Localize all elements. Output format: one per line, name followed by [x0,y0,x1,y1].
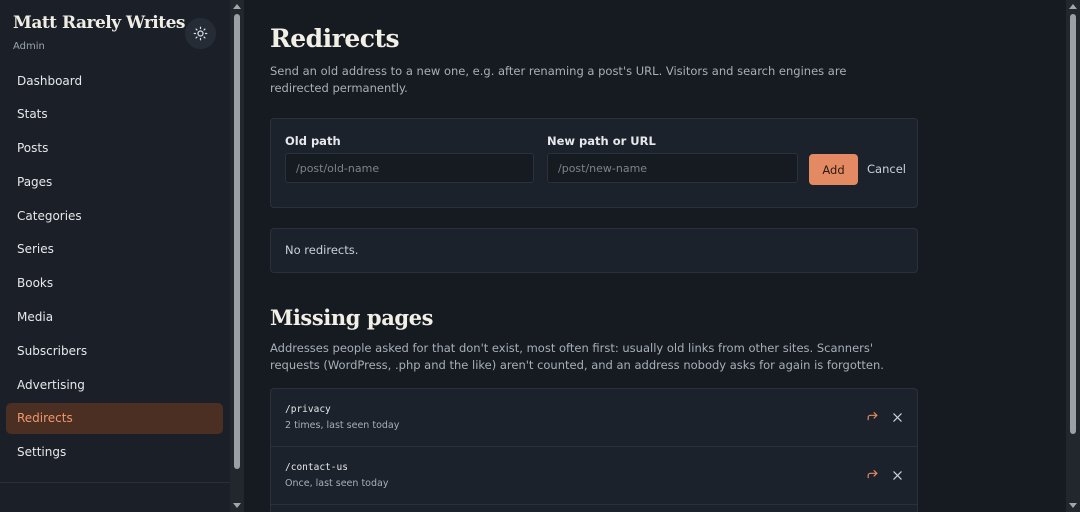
old-path-input[interactable] [285,153,534,183]
missing-path: /contact-us [285,462,348,473]
old-path-label: Old path [285,134,341,148]
scroll-up-arrow-icon[interactable] [233,4,241,9]
sidebar-item-dashboard[interactable]: Dashboard [6,65,223,96]
sidebar-item-posts[interactable]: Posts [6,133,223,164]
sidebar-item-redirects[interactable]: Redirects [6,402,223,434]
missing-path: /privacy [285,404,331,415]
empty-state-text: No redirects. [285,243,359,257]
sidebar-nav: Dashboard Stats Posts Pages Categories S… [6,65,223,471]
dismiss-button[interactable] [889,409,905,425]
sidebar-item-categories[interactable]: Categories [6,200,223,231]
sidebar-scrollbar-thumb[interactable] [234,14,240,469]
missing-meta: Once, last seen today [285,478,389,489]
scroll-down-arrow-icon[interactable] [1069,503,1077,508]
page-title: Redirects [270,24,400,53]
page-scrollbar-thumb[interactable] [1070,14,1076,434]
missing-pages-title: Missing pages [270,305,434,330]
missing-pages-description: Addresses people asked for that don't ex… [270,341,884,372]
theme-toggle-button[interactable] [185,18,216,49]
sidebar-item-stats[interactable]: Stats [6,99,223,130]
main-content: Redirects Send an old address to a new o… [244,0,1066,512]
sidebar-item-advertising[interactable]: Advertising [6,369,223,400]
list-item: /privacy 2 times, last seen today [271,389,917,447]
dismiss-button[interactable] [889,467,905,483]
missing-meta: 2 times, last seen today [285,420,400,431]
close-icon [892,470,902,480]
site-title[interactable]: Matt Rarely Writes [13,13,186,33]
sidebar-item-pages[interactable]: Pages [6,166,223,197]
page-scrollbar[interactable] [1066,0,1080,512]
redirects-description: Send an old address to a new one, e.g. a… [270,64,847,95]
scroll-down-arrow-icon[interactable] [233,503,241,508]
add-redirect-button[interactable]: Add [809,154,858,185]
sidebar: Matt Rarely Writes Admin Dashboard Stats… [0,0,230,512]
sun-icon [193,26,208,41]
close-icon [892,412,902,422]
scroll-up-arrow-icon[interactable] [1069,4,1077,9]
redirect-arrow-icon [867,469,877,478]
redirect-form: Old path New path or URL Add Cancel [270,118,918,208]
sidebar-scrollbar[interactable] [230,0,244,512]
sidebar-item-media[interactable]: Media [6,302,223,333]
sidebar-item-subscribers[interactable]: Subscribers [6,335,223,366]
sidebar-item-settings[interactable]: Settings [6,437,223,468]
redirect-arrow-icon [867,411,877,420]
list-item: /contact-us Once, last seen today [271,447,917,505]
new-path-label: New path or URL [547,134,656,148]
create-redirect-button[interactable] [864,467,880,483]
sidebar-item-books[interactable]: Books [6,268,223,299]
sidebar-divider [0,482,230,483]
create-redirect-button[interactable] [864,409,880,425]
site-subtitle: Admin [13,41,45,52]
redirects-list: No redirects. [270,228,918,273]
cancel-button[interactable]: Cancel [867,162,906,176]
sidebar-item-series[interactable]: Series [6,234,223,265]
missing-pages-list: /privacy 2 times, last seen today /conta… [270,388,918,512]
new-path-input[interactable] [547,153,798,183]
